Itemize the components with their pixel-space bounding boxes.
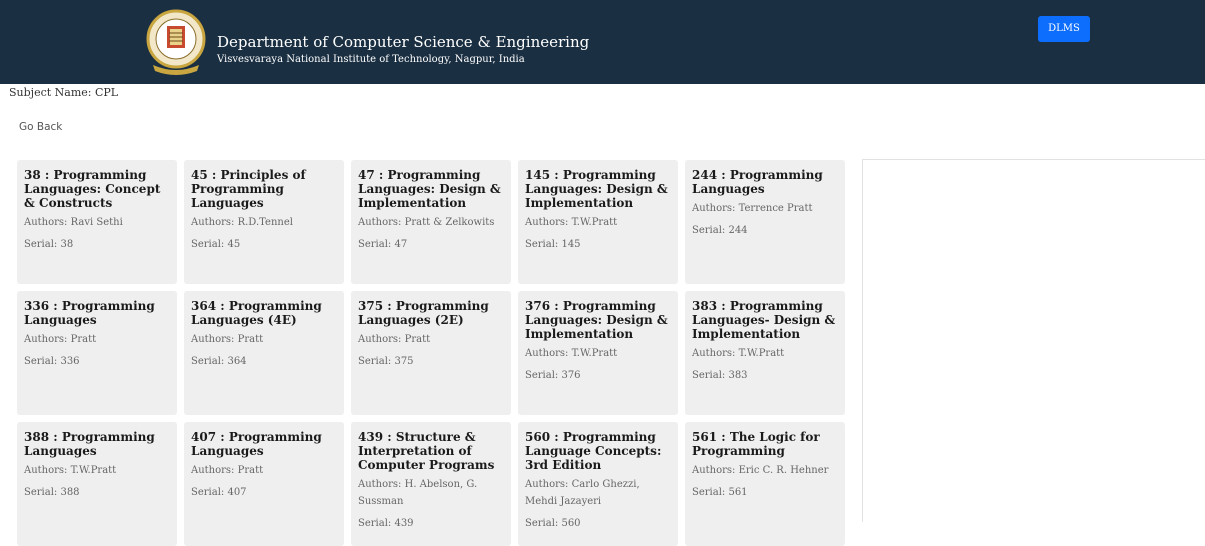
book-title: 407 : Programming Languages bbox=[191, 430, 322, 458]
dlms-button[interactable]: DLMS bbox=[1038, 16, 1090, 42]
book-authors: Authors: Carlo Ghezzi, Mehdi Jazayeri bbox=[525, 479, 640, 507]
book-title: 383 : Programming Languages- Design & Im… bbox=[692, 299, 836, 341]
book-card[interactable]: 560 : Programming Language Concepts: 3rd… bbox=[518, 422, 678, 546]
book-card[interactable]: 45 : Principles of Programming Languages… bbox=[184, 160, 344, 284]
book-title: 244 : Programming Languages bbox=[692, 168, 823, 196]
book-serial: Serial: 364 bbox=[191, 356, 247, 367]
book-grid: 38 : Programming Languages: Concept & Co… bbox=[17, 160, 857, 546]
book-serial: Serial: 38 bbox=[24, 239, 74, 250]
go-back-link[interactable]: Go Back bbox=[19, 121, 62, 133]
book-card[interactable]: 376 : Programming Languages: Design & Im… bbox=[518, 291, 678, 415]
book-title: 375 : Programming Languages (2E) bbox=[358, 299, 489, 327]
book-authors: Authors: T.W.Pratt bbox=[692, 348, 785, 359]
book-title: 560 : Programming Language Concepts: 3rd… bbox=[525, 430, 662, 472]
book-card[interactable]: 336 : Programming Languages Authors: Prat… bbox=[17, 291, 177, 415]
book-serial: Serial: 407 bbox=[191, 487, 247, 498]
subject-name: Subject Name: CPL bbox=[9, 86, 119, 99]
book-authors: Authors: Pratt bbox=[358, 334, 431, 345]
book-serial: Serial: 376 bbox=[525, 370, 581, 381]
department-title: Department of Computer Science & Enginee… bbox=[217, 33, 590, 51]
book-serial: Serial: 383 bbox=[692, 370, 748, 381]
side-panel bbox=[862, 159, 1205, 522]
book-title: 439 : Structure & Interpretation of Comp… bbox=[358, 430, 495, 472]
book-title: 376 : Programming Languages: Design & Im… bbox=[525, 299, 668, 341]
book-title: 561 : The Logic for Programming bbox=[692, 430, 820, 458]
book-authors: Authors: R.D.Tennel bbox=[191, 217, 293, 228]
book-title: 364 : Programming Languages (4E) bbox=[191, 299, 322, 327]
book-authors: Authors: T.W.Pratt bbox=[525, 217, 618, 228]
book-serial: Serial: 244 bbox=[692, 225, 748, 236]
book-authors: Authors: Pratt bbox=[191, 465, 264, 476]
book-authors: Authors: Eric C. R. Hehner bbox=[692, 465, 829, 476]
book-serial: Serial: 47 bbox=[358, 239, 408, 250]
book-card[interactable]: 439 : Structure & Interpretation of Comp… bbox=[351, 422, 511, 546]
book-serial: Serial: 439 bbox=[358, 518, 414, 529]
book-title: 388 : Programming Languages bbox=[24, 430, 155, 458]
book-authors: Authors: Ravi Sethi bbox=[24, 217, 123, 228]
book-card[interactable]: 388 : Programming Languages Authors: T.W.… bbox=[17, 422, 177, 546]
book-card[interactable]: 145 : Programming Languages: Design & Im… bbox=[518, 160, 678, 284]
book-card[interactable]: 561 : The Logic for Programming Authors: … bbox=[685, 422, 845, 546]
book-serial: Serial: 388 bbox=[24, 487, 80, 498]
book-card[interactable]: 244 : Programming Languages Authors: Terr… bbox=[685, 160, 845, 284]
book-card[interactable]: 375 : Programming Languages (2E) Authors:… bbox=[351, 291, 511, 415]
book-card[interactable]: 383 : Programming Languages- Design & Im… bbox=[685, 291, 845, 415]
book-card[interactable]: 47 : Programming Languages: Design & Imp… bbox=[351, 160, 511, 284]
book-authors: Authors: T.W.Pratt bbox=[525, 348, 618, 359]
book-serial: Serial: 45 bbox=[191, 239, 241, 250]
book-title: 336 : Programming Languages bbox=[24, 299, 155, 327]
institute-subtitle: Visvesvaraya National Institute of Techn… bbox=[217, 54, 525, 65]
book-authors: Authors: H. Abelson, G. Sussman bbox=[358, 479, 478, 507]
book-authors: Authors: Terrence Pratt bbox=[692, 203, 813, 214]
institute-emblem-icon bbox=[146, 9, 206, 75]
book-authors: Authors: Pratt bbox=[24, 334, 97, 345]
book-authors: Authors: T.W.Pratt bbox=[24, 465, 117, 476]
book-serial: Serial: 561 bbox=[692, 487, 748, 498]
book-serial: Serial: 145 bbox=[525, 239, 581, 250]
book-authors: Authors: Pratt & Zelkowits bbox=[358, 217, 495, 228]
book-card[interactable]: 407 : Programming Languages Authors: Prat… bbox=[184, 422, 344, 546]
book-serial: Serial: 336 bbox=[24, 356, 80, 367]
book-serial: Serial: 375 bbox=[358, 356, 414, 367]
book-authors: Authors: Pratt bbox=[191, 334, 264, 345]
book-title: 38 : Programming Languages: Concept & Co… bbox=[24, 168, 161, 210]
book-serial: Serial: 560 bbox=[525, 518, 581, 529]
book-title: 47 : Programming Languages: Design & Imp… bbox=[358, 168, 501, 210]
book-card[interactable]: 38 : Programming Languages: Concept & Co… bbox=[17, 160, 177, 284]
book-title: 45 : Principles of Programming Languages bbox=[191, 168, 306, 210]
book-title: 145 : Programming Languages: Design & Im… bbox=[525, 168, 668, 210]
book-card[interactable]: 364 : Programming Languages (4E) Authors:… bbox=[184, 291, 344, 415]
site-header: Department of Computer Science & Enginee… bbox=[0, 0, 1205, 84]
